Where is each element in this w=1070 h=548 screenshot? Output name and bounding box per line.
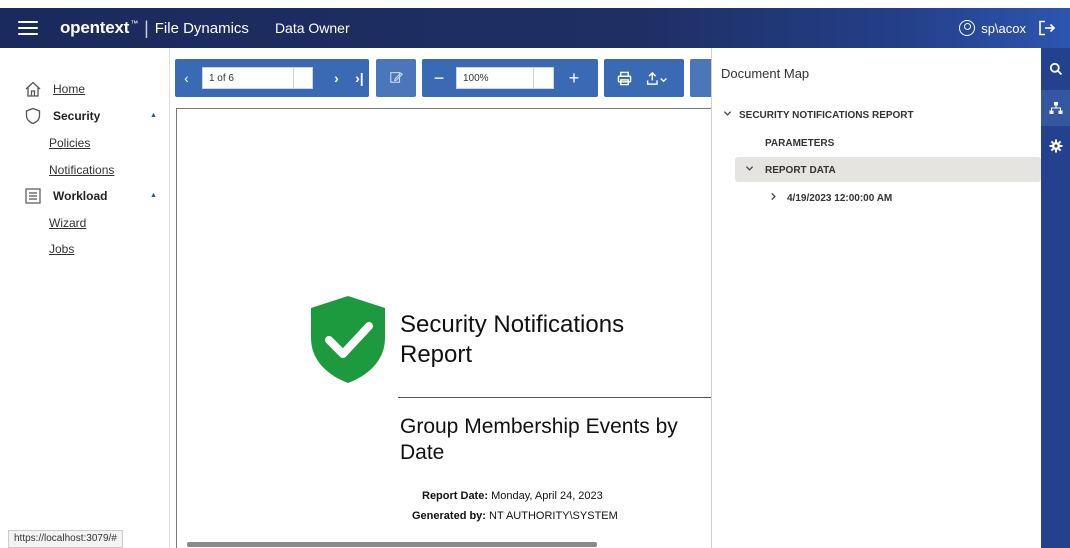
print-icon: [617, 71, 631, 85]
page-navigation-toolbar: ‹ › ›|: [175, 59, 369, 97]
user-name[interactable]: sp\acox: [981, 21, 1026, 36]
chevron-down-icon: [723, 109, 737, 121]
role-label: Data Owner: [274, 20, 350, 36]
edit-icon: [389, 70, 403, 87]
zoom-toolbar: − +: [422, 59, 598, 97]
sitemap-icon: [1049, 102, 1062, 114]
doc-map-node-label: 4/19/2023 12:00:00 AM: [787, 192, 893, 204]
collapse-workload-icon[interactable]: ▲: [150, 192, 157, 199]
search-button[interactable]: [1041, 51, 1070, 87]
sidebar-item-label: Home: [53, 82, 86, 96]
search-icon: [1049, 62, 1062, 76]
doc-map-node-label: PARAMETERS: [765, 138, 835, 149]
edit-parameters-button[interactable]: [376, 59, 416, 97]
home-icon: [23, 80, 43, 98]
page-number-input[interactable]: [201, 67, 294, 89]
brand-trademark: ™: [130, 19, 139, 29]
report-page: Security Notifications Report Group Memb…: [176, 108, 711, 548]
export-button[interactable]: [640, 59, 674, 97]
last-page-button[interactable]: ›|: [350, 59, 369, 97]
sidebar-item-jobs[interactable]: Jobs: [49, 242, 74, 256]
menu-icon[interactable]: [18, 21, 38, 35]
print-export-toolbar: [604, 59, 684, 97]
title-divider: [398, 397, 711, 398]
report-date-row: Report Date: Monday, April 24, 2023: [422, 490, 603, 502]
collapse-security-icon[interactable]: ▲: [150, 112, 157, 119]
check-shield-icon: [311, 296, 385, 383]
document-map-panel: Document Map SECURITY NOTIFICATIONS REPO…: [711, 48, 1041, 548]
generated-by-row: Generated by: NT AUTHORITY\SYSTEM: [412, 510, 618, 522]
sidebar-item-wizard[interactable]: Wizard: [49, 216, 86, 230]
brand-logo: opentext™: [60, 18, 138, 38]
export-icon: [646, 71, 667, 85]
doc-map-node-date[interactable]: 4/19/2023 12:00:00 AM: [769, 192, 892, 204]
shield-icon: [23, 107, 43, 125]
document-map-button[interactable]: [1041, 90, 1070, 126]
top-strip: [0, 0, 1070, 8]
sidebar-item-workload[interactable]: Workload: [23, 187, 107, 205]
brand-separator: |: [144, 17, 149, 38]
sidebar-item-policies[interactable]: Policies: [49, 136, 90, 150]
brand-text: opentext: [60, 18, 130, 37]
doc-map-node-label: SECURITY NOTIFICATIONS REPORT: [739, 109, 914, 121]
sidebar-item-home[interactable]: Home: [23, 80, 85, 98]
status-bar-url: https://localhost:3079/#: [8, 530, 123, 548]
user-area: sp\acox: [959, 8, 1056, 48]
doc-map-node-root[interactable]: SECURITY NOTIFICATIONS REPORT: [723, 109, 914, 121]
report-subtitle: Group Membership Events by Date: [400, 415, 678, 464]
sidebar-item-security[interactable]: Security: [23, 107, 100, 125]
zoom-input-cap: [534, 67, 554, 89]
right-tool-rail: [1041, 48, 1070, 548]
zoom-level-input[interactable]: [456, 67, 534, 89]
app-header: opentext™ | File Dynamics Data Owner sp\…: [0, 8, 1070, 48]
doc-map-node-label: REPORT DATA: [765, 164, 836, 176]
previous-page-button[interactable]: ‹: [175, 59, 198, 97]
list-icon: [23, 187, 43, 205]
document-map-title: Document Map: [721, 66, 810, 81]
horizontal-scrollbar[interactable]: [187, 542, 597, 547]
toolbar-overflow-button[interactable]: [690, 59, 711, 97]
next-page-button[interactable]: ›: [323, 59, 350, 97]
sidebar: Home Security ▲ Policies Notifications W…: [8, 48, 170, 548]
sidebar-item-label: Workload: [53, 189, 108, 203]
chevron-right-icon: [769, 192, 783, 204]
print-button[interactable]: [608, 59, 640, 97]
report-date-value: Monday, April 24, 2023: [491, 490, 603, 502]
sidebar-item-notifications[interactable]: Notifications: [49, 163, 114, 177]
page-input-cap: [293, 67, 314, 89]
doc-map-node-report-data[interactable]: REPORT DATA: [745, 164, 836, 176]
report-viewer: ‹ › ›| − + Security Notifications Report: [171, 48, 711, 548]
user-icon[interactable]: [959, 20, 976, 36]
doc-map-node-parameters[interactable]: PARAMETERS: [765, 138, 834, 149]
generated-by-label: Generated by:: [412, 510, 486, 522]
zoom-out-button[interactable]: −: [422, 59, 456, 97]
logout-icon[interactable]: [1038, 20, 1056, 36]
report-title: Security Notifications Report: [400, 311, 625, 368]
sidebar-item-label: Security: [53, 109, 101, 123]
zoom-in-button[interactable]: +: [554, 59, 594, 97]
report-date-label: Report Date:: [422, 490, 489, 502]
generated-by-value: NT AUTHORITY\SYSTEM: [489, 510, 618, 522]
gear-icon: [1049, 139, 1062, 153]
settings-button[interactable]: [1041, 128, 1070, 164]
product-name: File Dynamics: [154, 19, 249, 37]
chevron-down-icon: [745, 164, 759, 176]
